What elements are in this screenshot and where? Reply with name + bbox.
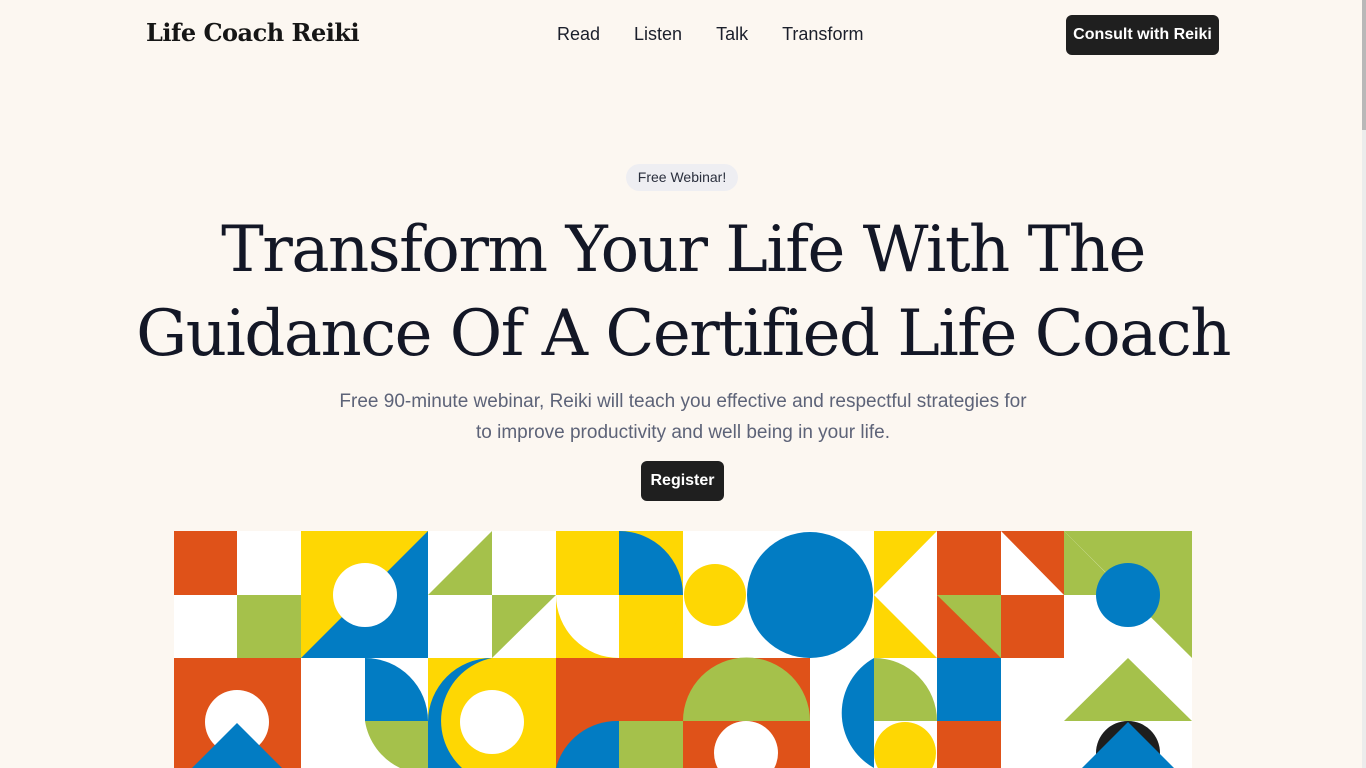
nav-link-listen[interactable]: Listen (634, 24, 682, 45)
hero-subtitle: Free 90-minute webinar, Reiki will teach… (283, 386, 1083, 448)
nav-link-read[interactable]: Read (557, 24, 600, 45)
hero-subtitle-line-2: to improve productivity and well being i… (476, 422, 890, 443)
scrollbar-thumb[interactable] (1362, 0, 1366, 130)
site-header: Life Coach Reiki Read Listen Talk Transf… (0, 0, 1366, 70)
hero-subtitle-line-1: Free 90-minute webinar, Reiki will teach… (339, 391, 1027, 412)
site-logo[interactable]: Life Coach Reiki (146, 18, 360, 47)
webinar-badge: Free Webinar! (626, 164, 738, 191)
nav-link-transform[interactable]: Transform (782, 24, 863, 45)
main-nav: Read Listen Talk Transform (557, 24, 863, 45)
consult-button[interactable]: Consult with Reiki (1066, 15, 1219, 55)
hero-title-line-1: Transform Your Life With The (221, 213, 1146, 287)
hero-title: Transform Your Life With The Guidance Of… (133, 208, 1233, 376)
geometric-pattern-banner (174, 531, 1192, 768)
page-scrollbar[interactable] (1362, 0, 1366, 768)
geometric-pattern-image (174, 531, 1192, 768)
nav-link-talk[interactable]: Talk (716, 24, 748, 45)
hero-title-line-2: Guidance Of A Certified Life Coach (136, 297, 1231, 371)
register-button[interactable]: Register (641, 461, 724, 501)
